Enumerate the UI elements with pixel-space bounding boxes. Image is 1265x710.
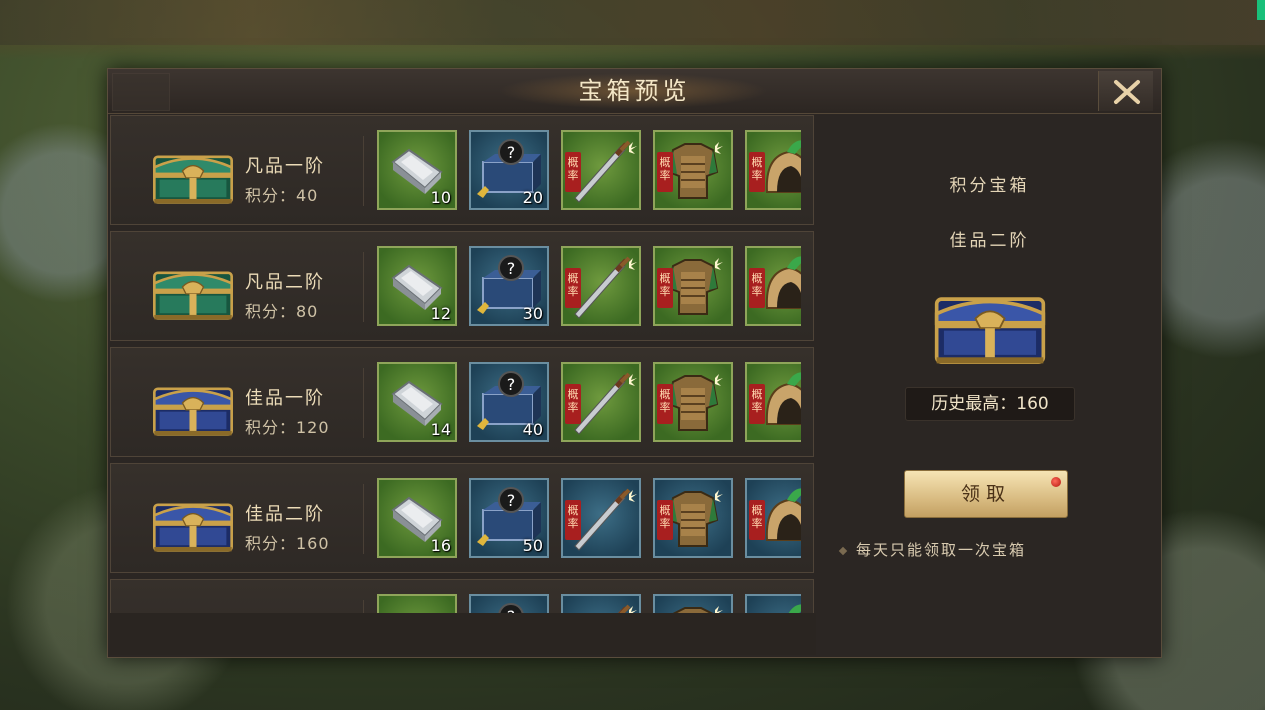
reward-item-armor[interactable]: 概率 <box>653 246 733 326</box>
status-indicator <box>1257 0 1265 20</box>
reward-item-sword[interactable]: 概率 <box>561 246 641 326</box>
reward-item-mystery[interactable]: ? 50 <box>469 478 549 558</box>
reward-item-helmet[interactable]: 概率 <box>745 130 801 210</box>
probability-tag: 概率 <box>657 500 673 540</box>
reward-item-mystery[interactable]: ? 30 <box>469 246 549 326</box>
chest-score: 积分：80 <box>245 302 319 321</box>
dialog-title: 宝箱预览 <box>578 77 691 105</box>
item-count: 30 <box>522 304 543 323</box>
reward-item-helmet[interactable]: 概率 <box>745 478 801 558</box>
chest-green-icon <box>147 264 239 326</box>
detail-tier: 佳品二阶 <box>949 231 1030 251</box>
item-count: 10 <box>430 188 451 207</box>
chest-row[interactable]: ? <box>110 579 814 613</box>
item-count: 20 <box>522 188 543 207</box>
daily-limit-text: 每天只能领取一次宝箱 <box>856 541 1027 559</box>
claim-button[interactable]: 领取 <box>904 470 1068 518</box>
probability-tag: 概率 <box>749 152 765 192</box>
daily-limit-note: 每天只能领取一次宝箱 <box>838 539 1027 560</box>
svg-text:?: ? <box>507 259 516 278</box>
reward-items: 14 ? 40 概率 概率 概率 <box>377 362 801 446</box>
bullet-icon <box>838 546 848 555</box>
reward-item-sword[interactable] <box>561 594 641 613</box>
reward-item-mystery[interactable]: ? <box>469 594 549 613</box>
reward-items: 10 ? 20 概率 概率 概率 <box>377 130 801 214</box>
reward-items: ? <box>377 594 801 613</box>
list-footer <box>110 613 816 655</box>
reward-item-silver[interactable]: 14 <box>377 362 457 442</box>
chest-row[interactable]: 佳品二阶积分：160 16 ? 50 概率 概率 概率 <box>110 463 814 573</box>
reward-item-helmet[interactable]: 概率 <box>745 246 801 326</box>
reward-items: 16 ? 50 概率 概率 概率 <box>377 478 801 562</box>
chest-row[interactable]: 佳品一阶积分：120 14 ? 40 概率 概率 概率 <box>110 347 814 457</box>
row-divider <box>363 484 364 554</box>
reward-item-silver[interactable]: 10 <box>377 130 457 210</box>
probability-tag: 概率 <box>565 152 581 192</box>
chest-row[interactable]: 凡品一阶积分：40 10 ? 20 概率 概率 概率 <box>110 115 814 225</box>
reward-item-helmet[interactable]: 概率 <box>745 362 801 442</box>
probability-tag: 概率 <box>657 384 673 424</box>
reward-item-silver[interactable]: 12 <box>377 246 457 326</box>
svg-text:?: ? <box>507 375 516 394</box>
chest-tier-name: 佳品二阶 <box>245 504 325 525</box>
chest-row[interactable]: 凡品二阶积分：80 12 ? 30 概率 概率 概率 <box>110 231 814 341</box>
history-best-label: 历史最高：160 <box>905 387 1075 421</box>
reward-item-helmet[interactable] <box>745 594 801 613</box>
svg-text:?: ? <box>507 491 516 510</box>
reward-item-mystery[interactable]: ? 40 <box>469 362 549 442</box>
reward-item-armor[interactable]: 概率 <box>653 478 733 558</box>
reward-item-sword[interactable]: 概率 <box>561 362 641 442</box>
reward-item-silver[interactable] <box>377 594 457 613</box>
item-count: 40 <box>522 420 543 439</box>
row-divider <box>363 252 364 322</box>
title-bar: 宝箱预览 <box>108 69 1161 114</box>
item-count: 14 <box>430 420 451 439</box>
chest-score: 积分：160 <box>245 534 330 553</box>
probability-tag: 概率 <box>749 268 765 308</box>
reward-item-sword[interactable]: 概率 <box>561 130 641 210</box>
chest-tier-name: 凡品一阶 <box>245 156 325 177</box>
reward-items: 12 ? 30 概率 概率 概率 <box>377 246 801 330</box>
probability-tag: 概率 <box>565 500 581 540</box>
chest-score: 积分：40 <box>245 186 319 205</box>
item-count: 50 <box>522 536 543 555</box>
probability-tag: 概率 <box>657 152 673 192</box>
chest-blue-icon <box>147 496 239 558</box>
probability-tag: 概率 <box>749 500 765 540</box>
probability-tag: 概率 <box>565 384 581 424</box>
item-count: 12 <box>430 304 451 323</box>
chest-score: 积分：120 <box>245 418 330 437</box>
reward-item-armor[interactable] <box>653 594 733 613</box>
reward-item-armor[interactable]: 概率 <box>653 362 733 442</box>
game-top-bar <box>0 0 1265 45</box>
chest-blue-icon <box>147 380 239 442</box>
chest-list[interactable]: 凡品一阶 积分：40 10 ? 20 概率 概率 概率 凡品二阶 积分：80 1… <box>110 115 816 613</box>
close-button[interactable] <box>1098 71 1153 111</box>
reward-item-silver[interactable]: 16 <box>377 478 457 558</box>
notification-dot-icon <box>1051 477 1061 487</box>
chest-detail-panel: 积分宝箱 佳品二阶 历史最高：160 领取 每天只能领取一次宝箱 <box>820 115 1159 655</box>
chest-tier-name: 凡品二阶 <box>245 272 325 293</box>
svg-text:?: ? <box>507 143 516 162</box>
probability-tag: 概率 <box>565 268 581 308</box>
reward-item-sword[interactable]: 概率 <box>561 478 641 558</box>
detail-chest-icon <box>928 287 1052 371</box>
row-divider <box>363 368 364 438</box>
reward-item-armor[interactable]: 概率 <box>653 130 733 210</box>
detail-category: 积分宝箱 <box>949 176 1030 196</box>
item-count: 16 <box>430 536 451 555</box>
row-divider <box>363 136 364 206</box>
claim-label: 领取 <box>960 483 1011 505</box>
chest-preview-dialog: 宝箱预览 凡品一阶 积分：40 10 ? 20 概率 概率 概率 凡品二阶 积分… <box>107 68 1162 658</box>
close-icon <box>1114 80 1140 104</box>
probability-tag: 概率 <box>749 384 765 424</box>
probability-tag: 概率 <box>657 268 673 308</box>
chest-tier-name: 佳品一阶 <box>245 388 325 409</box>
chest-green-icon <box>147 148 239 210</box>
row-divider <box>363 600 364 613</box>
reward-item-mystery[interactable]: ? 20 <box>469 130 549 210</box>
